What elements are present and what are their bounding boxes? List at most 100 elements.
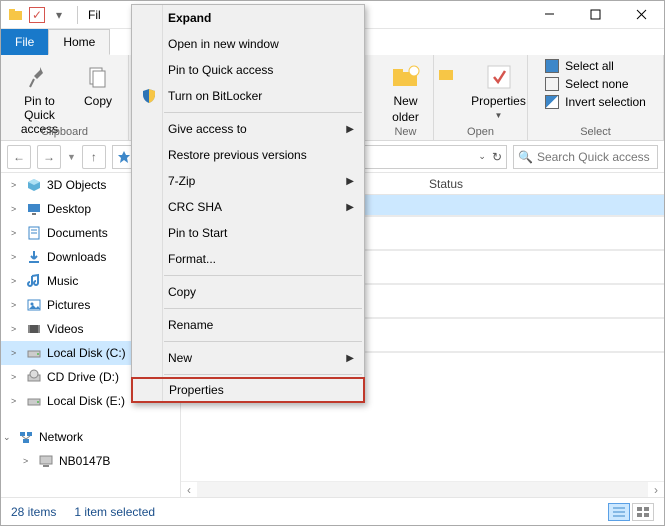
cube-icon (26, 177, 42, 193)
select-none-icon (545, 77, 559, 91)
ctx-properties[interactable]: Properties (131, 377, 365, 403)
divider (164, 112, 362, 113)
copy-icon (82, 61, 114, 93)
ribbon-group-new: New older New (378, 55, 434, 140)
chevron-right-icon[interactable]: > (11, 228, 21, 238)
ctx-pin-start[interactable]: Pin to Start (132, 220, 364, 246)
ctx-7zip[interactable]: 7-Zip ▶ (132, 168, 364, 194)
sidebar-item-label: Local Disk (E:) (47, 394, 125, 408)
close-button[interactable] (618, 1, 664, 29)
ribbon-group-label: Select (580, 126, 611, 138)
ctx-properties-label: Properties (169, 383, 224, 397)
select-all-icon (545, 59, 559, 73)
divider (164, 308, 362, 309)
copy-button[interactable]: Copy (78, 59, 118, 111)
refresh-button[interactable]: ↻ (492, 150, 502, 164)
ctx-copy[interactable]: Copy (132, 279, 364, 305)
chevron-down-icon[interactable]: ⌄ (3, 432, 13, 443)
details-view-button[interactable] (608, 503, 630, 521)
history-dropdown[interactable]: ▼ (67, 152, 76, 162)
divider (164, 341, 362, 342)
tab-home-label: Home (63, 35, 95, 49)
select-all-button[interactable]: Select all (545, 59, 646, 73)
chevron-right-icon[interactable]: > (11, 300, 21, 310)
ctx-pin-quick-access[interactable]: Pin to Quick access (132, 57, 364, 83)
select-none-button[interactable]: Select none (545, 77, 646, 91)
disk-icon (26, 393, 42, 409)
ribbon-group-open: Properties ▼ Open (434, 55, 528, 140)
ctx-open-new-window[interactable]: Open in new window (132, 31, 364, 57)
ctx-restore-label: Restore previous versions (168, 148, 307, 162)
ctx-7zip-label: 7-Zip (168, 174, 195, 188)
context-menu: Expand Open in new window Pin to Quick a… (131, 4, 365, 403)
chevron-right-icon[interactable]: > (23, 456, 33, 466)
chevron-right-icon: ▶ (346, 176, 354, 187)
open-flyout-button[interactable] (433, 63, 459, 85)
qat-more-icon[interactable]: ▾ (51, 7, 67, 23)
sidebar-item-label: CD Drive (D:) (47, 370, 119, 384)
new-folder-button[interactable]: New older (386, 59, 426, 127)
divider (77, 6, 78, 24)
app-title: Fil (88, 8, 101, 22)
ctx-bitlocker[interactable]: Turn on BitLocker (132, 83, 364, 109)
horizontal-scrollbar[interactable]: ‹ › (181, 481, 664, 497)
desktop-icon (26, 201, 42, 217)
ctx-crc-sha-label: CRC SHA (168, 200, 222, 214)
pin-icon (24, 61, 56, 93)
chevron-right-icon[interactable]: > (11, 252, 21, 262)
ctx-give-access-label: Give access to (168, 122, 247, 136)
ribbon-group-label: Open (467, 126, 494, 138)
ctx-expand[interactable]: Expand (132, 5, 364, 31)
minimize-button[interactable] (526, 1, 572, 29)
ctx-crc-sha[interactable]: CRC SHA▶ (132, 194, 364, 220)
chevron-right-icon[interactable]: > (11, 324, 21, 334)
chevron-right-icon[interactable]: > (11, 396, 21, 406)
chevron-right-icon[interactable]: > (11, 276, 21, 286)
properties-icon (483, 61, 515, 93)
select-none-label: Select none (565, 77, 628, 91)
video-icon (26, 321, 42, 337)
doc-icon (26, 225, 42, 241)
maximize-button[interactable] (572, 1, 618, 29)
search-input[interactable]: 🔍 Search Quick access (513, 145, 658, 169)
invert-selection-icon (545, 95, 559, 109)
ctx-pin-quick-label: Pin to Quick access (168, 63, 273, 77)
network-icon (18, 429, 34, 445)
tab-file[interactable]: File (1, 29, 48, 55)
sidebar-item-label: Videos (47, 322, 83, 336)
status-selected-count: 1 item selected (74, 505, 155, 519)
new-folder-label2: older (392, 111, 419, 125)
search-placeholder: Search Quick access (537, 150, 650, 164)
ctx-new-label: New (168, 351, 192, 365)
properties-label: Properties (471, 95, 526, 109)
ctx-restore-versions[interactable]: Restore previous versions (132, 142, 364, 168)
ctx-give-access[interactable]: Give access to▶ (132, 116, 364, 142)
ctx-format[interactable]: Format... (132, 246, 364, 272)
invert-selection-button[interactable]: Invert selection (545, 95, 646, 109)
ctx-new[interactable]: New▶ (132, 345, 364, 371)
chevron-right-icon[interactable]: > (11, 372, 21, 382)
sidebar-item-network-pc[interactable]: > NB0147B (1, 449, 180, 473)
ctx-rename[interactable]: Rename (132, 312, 364, 338)
chevron-right-icon[interactable]: > (11, 180, 21, 190)
sidebar-item-network[interactable]: ⌄ Network (1, 425, 180, 449)
thumbnails-view-button[interactable] (632, 503, 654, 521)
tab-home[interactable]: Home (48, 29, 110, 55)
sidebar-item-label: NB0147B (59, 454, 110, 468)
ribbon-group-clipboard: Pin to Quick access Copy Clipboard (1, 55, 129, 140)
ribbon-group-label: New (394, 126, 416, 138)
checkbox-icon[interactable]: ✓ (29, 7, 45, 23)
back-button[interactable]: ← (7, 145, 31, 169)
ctx-expand-label: Expand (168, 11, 211, 25)
address-dropdown[interactable]: ⌄ (478, 151, 486, 162)
ribbon-group-label: Clipboard (41, 126, 88, 138)
chevron-right-icon[interactable]: > (11, 204, 21, 214)
column-status[interactable]: Status (429, 177, 463, 191)
chevron-right-icon[interactable]: > (11, 348, 21, 358)
sidebar-item-label: Network (39, 430, 83, 444)
invert-selection-label: Invert selection (565, 95, 646, 109)
copy-label: Copy (84, 95, 112, 109)
up-button[interactable]: ↑ (82, 145, 106, 169)
properties-button[interactable]: Properties ▼ (469, 59, 529, 122)
forward-button[interactable]: → (37, 145, 61, 169)
